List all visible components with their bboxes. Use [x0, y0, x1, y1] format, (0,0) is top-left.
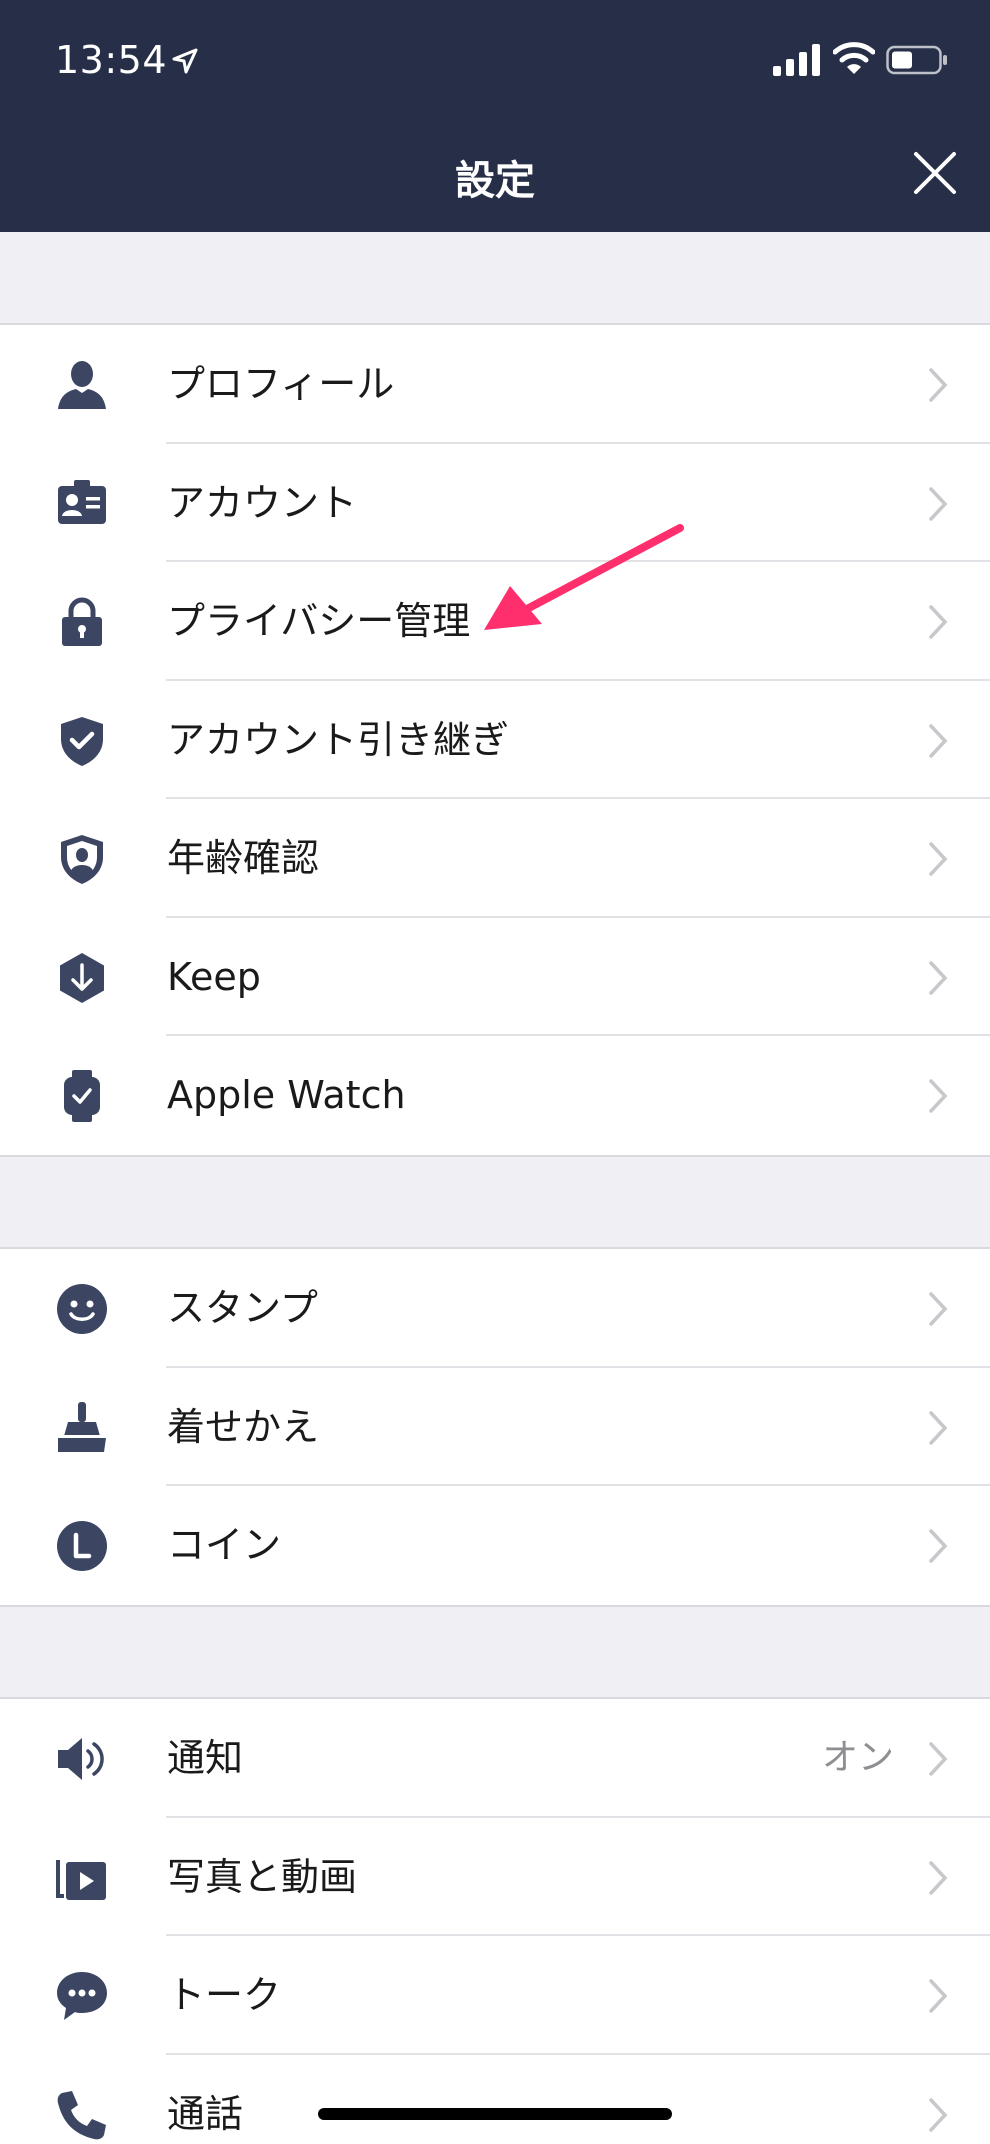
- chevron-right-icon: [929, 1410, 948, 1445]
- settings-item-label: 通知: [167, 1736, 244, 1780]
- chevron-right-icon: [929, 1860, 948, 1895]
- settings-item-label: プライバシー管理: [167, 599, 471, 643]
- chevron-right-icon: [929, 842, 948, 876]
- home-indicator[interactable]: [318, 2108, 672, 2120]
- settings-item-label: Keep: [167, 954, 261, 999]
- settings-item-calls[interactable]: 通話: [0, 2055, 990, 2144]
- chevron-right-icon: [929, 368, 948, 402]
- chevron-right-icon: [929, 1979, 948, 2013]
- settings-group-stickers: スタンプ 着せかえ コイン: [0, 1247, 990, 1607]
- settings-item-profile[interactable]: プロフィール: [0, 325, 990, 444]
- shield-check-icon: [61, 716, 103, 766]
- settings-screen: 13:54 設定 プロフィール アカウント プライバシー管理 アカウント引き継ぎ…: [0, 0, 990, 2144]
- settings-item-coins[interactable]: コイン: [0, 1486, 990, 1605]
- settings-item-age-verification[interactable]: 年齢確認: [0, 799, 990, 918]
- settings-item-label: 通話: [167, 2091, 244, 2136]
- signal-icon: [773, 44, 820, 76]
- settings-item-label: 着せかえ: [167, 1404, 320, 1449]
- chevron-right-icon: [929, 486, 948, 521]
- chevron-right-icon: [929, 1742, 948, 1776]
- phone-icon: [57, 2090, 106, 2139]
- chevron-right-icon: [929, 1529, 948, 1563]
- keep-download-icon: [60, 952, 104, 1003]
- media-icon: [56, 1859, 106, 1900]
- settings-item-label: トーク: [167, 1973, 282, 2017]
- wifi-icon: [833, 42, 875, 74]
- id-card-icon: [58, 479, 106, 524]
- settings-item-label: スタンプ: [167, 1286, 318, 1330]
- chevron-right-icon: [929, 960, 948, 995]
- person-icon: [58, 361, 106, 409]
- chevron-right-icon: [929, 605, 948, 639]
- settings-item-photos-videos[interactable]: 写真と動画: [0, 1818, 990, 1936]
- settings-item-apple-watch[interactable]: Apple Watch: [0, 1036, 990, 1155]
- settings-item-label: 写真と動画: [167, 1854, 358, 1899]
- chevron-right-icon: [929, 723, 948, 758]
- chat-bubble-icon: [57, 1972, 107, 2020]
- notifications-status-value: オン: [821, 1737, 894, 1778]
- smiley-icon: [57, 1284, 107, 1334]
- settings-item-label: プロフィール: [167, 362, 395, 406]
- chevron-right-icon: [929, 1292, 948, 1326]
- close-icon[interactable]: [912, 150, 958, 196]
- settings-item-label: アカウント: [167, 480, 358, 525]
- chevron-right-icon: [929, 1079, 948, 1113]
- watch-icon: [64, 1070, 100, 1122]
- location-arrow-icon: [172, 48, 198, 74]
- settings-item-label: 年齢確認: [167, 836, 320, 880]
- settings-group-general: 通知 オン 写真と動画 トーク 通話: [0, 1697, 990, 2144]
- settings-item-label: Apple Watch: [167, 1073, 406, 1117]
- battery-icon: [886, 45, 947, 75]
- settings-item-keep[interactable]: Keep: [0, 918, 990, 1036]
- settings-item-chats[interactable]: トーク: [0, 1936, 990, 2055]
- settings-item-account-transfer[interactable]: アカウント引き継ぎ: [0, 681, 990, 799]
- settings-group-account: プロフィール アカウント プライバシー管理 アカウント引き継ぎ 年齢確認 Kee…: [0, 323, 990, 1157]
- coin-icon: [57, 1521, 107, 1571]
- settings-item-themes[interactable]: 着せかえ: [0, 1368, 990, 1486]
- settings-item-label: アカウント引き継ぎ: [167, 717, 510, 762]
- settings-item-label: コイン: [167, 1523, 282, 1567]
- settings-item-notifications[interactable]: 通知 オン: [0, 1699, 990, 1818]
- speaker-icon: [58, 1738, 104, 1780]
- lock-icon: [62, 597, 102, 646]
- page-title: 設定: [455, 158, 535, 204]
- chevron-right-icon: [929, 2097, 948, 2132]
- shield-person-icon: [61, 835, 103, 884]
- brush-icon: [58, 1401, 106, 1452]
- annotation-arrow-icon: [484, 524, 684, 630]
- settings-item-stickers[interactable]: スタンプ: [0, 1249, 990, 1368]
- header: 13:54 設定: [0, 0, 990, 232]
- status-time: 13:54: [55, 38, 168, 82]
